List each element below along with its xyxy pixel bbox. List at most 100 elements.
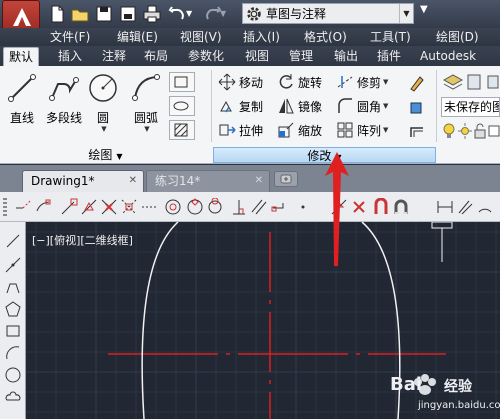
chevron-down-icon: ▼ xyxy=(383,102,389,110)
open-folder-icon[interactable] xyxy=(70,4,90,24)
quick-access-more-icon[interactable]: ▼ xyxy=(420,4,434,24)
watermark-brand: Bai xyxy=(390,374,423,395)
menu-format[interactable]: 格式(O) xyxy=(304,29,347,45)
new-tab-button[interactable] xyxy=(274,171,298,187)
new-file-icon[interactable] xyxy=(47,4,67,24)
save-icon[interactable] xyxy=(94,4,114,24)
tangent-snap-icon[interactable] xyxy=(206,198,224,216)
sun-icon[interactable] xyxy=(458,122,472,140)
doc-tab-drawing1[interactable]: Drawing1* ✕ xyxy=(22,170,144,192)
tab-view[interactable]: 视图 xyxy=(240,47,274,66)
fillet-button[interactable]: 圆角 ▼ xyxy=(336,96,388,116)
tab-manage[interactable]: 管理 xyxy=(284,47,318,66)
menu-edit[interactable]: 编辑(E) xyxy=(117,29,158,45)
trim-button[interactable]: 修剪 ▼ xyxy=(336,72,388,92)
array-button[interactable]: 阵列 ▼ xyxy=(336,120,388,140)
insert-snap-icon[interactable] xyxy=(270,198,288,216)
workspace-selector[interactable]: 草图与注释 ▼ xyxy=(242,3,414,24)
tab-default[interactable]: 默认 xyxy=(3,47,40,66)
extension-snap-icon[interactable] xyxy=(140,198,158,216)
arc-icon[interactable] xyxy=(4,344,22,362)
toolbar-grip[interactable] xyxy=(3,198,7,216)
rectangle-button[interactable] xyxy=(169,72,195,92)
layer-tools-icon[interactable] xyxy=(486,72,500,92)
redo-dropdown-icon[interactable]: ▼ xyxy=(220,9,240,29)
doc-tab-practice14[interactable]: 练习14* ✕ xyxy=(146,170,270,192)
node-snap-icon[interactable] xyxy=(294,198,312,216)
mirror-button[interactable]: 镜像 xyxy=(277,96,322,116)
menu-view[interactable]: 视图(V) xyxy=(180,29,222,45)
intersection-snap-icon[interactable] xyxy=(100,198,118,216)
panel-divider xyxy=(436,70,437,142)
color-swatch-icon[interactable] xyxy=(488,122,500,140)
line-icon[interactable] xyxy=(4,232,22,250)
tab-output[interactable]: 输出 xyxy=(329,47,363,66)
osnap-settings-icon[interactable] xyxy=(372,198,390,216)
explode-icon[interactable] xyxy=(408,98,426,116)
offset-icon[interactable] xyxy=(408,122,426,140)
menu-tools[interactable]: 工具(T) xyxy=(370,29,411,45)
erase-icon[interactable] xyxy=(408,74,426,92)
print-icon[interactable] xyxy=(142,4,162,24)
circle-button[interactable]: 圆 ▼ xyxy=(86,72,120,133)
arc-length-icon[interactable] xyxy=(476,198,494,216)
midpoint-snap-icon[interactable] xyxy=(80,198,98,216)
quadrant-snap-icon[interactable] xyxy=(186,198,204,216)
scale-button[interactable]: 缩放 xyxy=(277,120,322,140)
tab-autodesk-360[interactable]: Autodesk 360 xyxy=(415,47,500,81)
title-bar: ▼ ▼ ▼ 草图与注释 ▼ ▼ xyxy=(0,0,500,46)
revision-cloud-icon[interactable] xyxy=(4,388,22,406)
polygon-icon[interactable] xyxy=(4,300,22,318)
aligned-dimension-icon[interactable] xyxy=(456,198,474,216)
close-icon[interactable]: ✕ xyxy=(255,171,263,191)
parallel-snap-icon[interactable] xyxy=(250,198,268,216)
polyline-button[interactable]: 多段线 xyxy=(42,72,86,125)
from-snap-icon[interactable] xyxy=(34,198,52,216)
menu-bar: 文件(F) 编辑(E) 视图(V) 插入(I) 格式(O) 工具(T) 绘图(D… xyxy=(0,28,500,46)
construction-line-icon[interactable] xyxy=(4,256,22,274)
perpendicular-snap-icon[interactable] xyxy=(230,198,248,216)
trim-icon xyxy=(337,76,353,88)
tab-parametric[interactable]: 参数化 xyxy=(183,47,229,66)
arc-button[interactable]: 圆弧 ▼ xyxy=(128,72,164,133)
draw-panel-title[interactable]: 绘图 ▼ xyxy=(0,147,211,163)
circle-icon[interactable] xyxy=(4,366,22,384)
linear-dimension-icon[interactable] xyxy=(436,198,454,216)
stretch-button[interactable]: 拉伸 xyxy=(218,120,263,140)
redo-icon[interactable] xyxy=(202,4,222,24)
save-as-icon[interactable] xyxy=(118,4,138,24)
menu-file[interactable]: 文件(F) xyxy=(50,29,90,45)
line-button[interactable]: 直线 xyxy=(4,72,40,125)
bulb-icon[interactable] xyxy=(442,122,456,140)
layer-state-icon[interactable] xyxy=(466,72,484,92)
tab-annotate[interactable]: 注释 xyxy=(97,47,131,66)
rectangle-icon xyxy=(174,76,188,88)
hatch-button[interactable] xyxy=(169,120,195,140)
endpoint-snap-icon[interactable] xyxy=(60,198,78,216)
close-icon[interactable]: ✕ xyxy=(129,171,137,191)
magnet-icon[interactable] xyxy=(392,198,410,216)
rectangle-icon[interactable] xyxy=(4,322,22,340)
layer-state-combo[interactable]: 未保存的图 xyxy=(441,97,500,117)
copy-button[interactable]: 复制 xyxy=(218,96,263,116)
rotate-button[interactable]: 旋转 xyxy=(277,72,322,92)
tab-insert[interactable]: 插入 xyxy=(53,47,87,66)
layer-properties-icon[interactable] xyxy=(442,72,464,92)
no-snap-icon[interactable] xyxy=(350,198,368,216)
center-snap-icon[interactable] xyxy=(164,198,182,216)
line-label: 直线 xyxy=(9,111,34,125)
line-icon xyxy=(8,74,36,102)
tab-plugins[interactable]: 插件 xyxy=(372,47,406,66)
ellipse-button[interactable] xyxy=(169,96,195,116)
viewport-label[interactable]: [−][俯视][二维线框] xyxy=(32,232,133,248)
move-button[interactable]: 移动 xyxy=(218,72,263,92)
lock-icon[interactable] xyxy=(474,122,486,140)
temp-track-icon[interactable] xyxy=(14,198,32,216)
polyline-icon[interactable] xyxy=(4,278,22,296)
panel-divider xyxy=(211,70,212,142)
apparent-intersection-icon[interactable] xyxy=(120,198,138,216)
tab-layout[interactable]: 布局 xyxy=(139,47,173,66)
undo-icon[interactable] xyxy=(168,4,188,24)
menu-draw[interactable]: 绘图(D) xyxy=(436,29,479,45)
menu-insert[interactable]: 插入(I) xyxy=(243,29,280,45)
